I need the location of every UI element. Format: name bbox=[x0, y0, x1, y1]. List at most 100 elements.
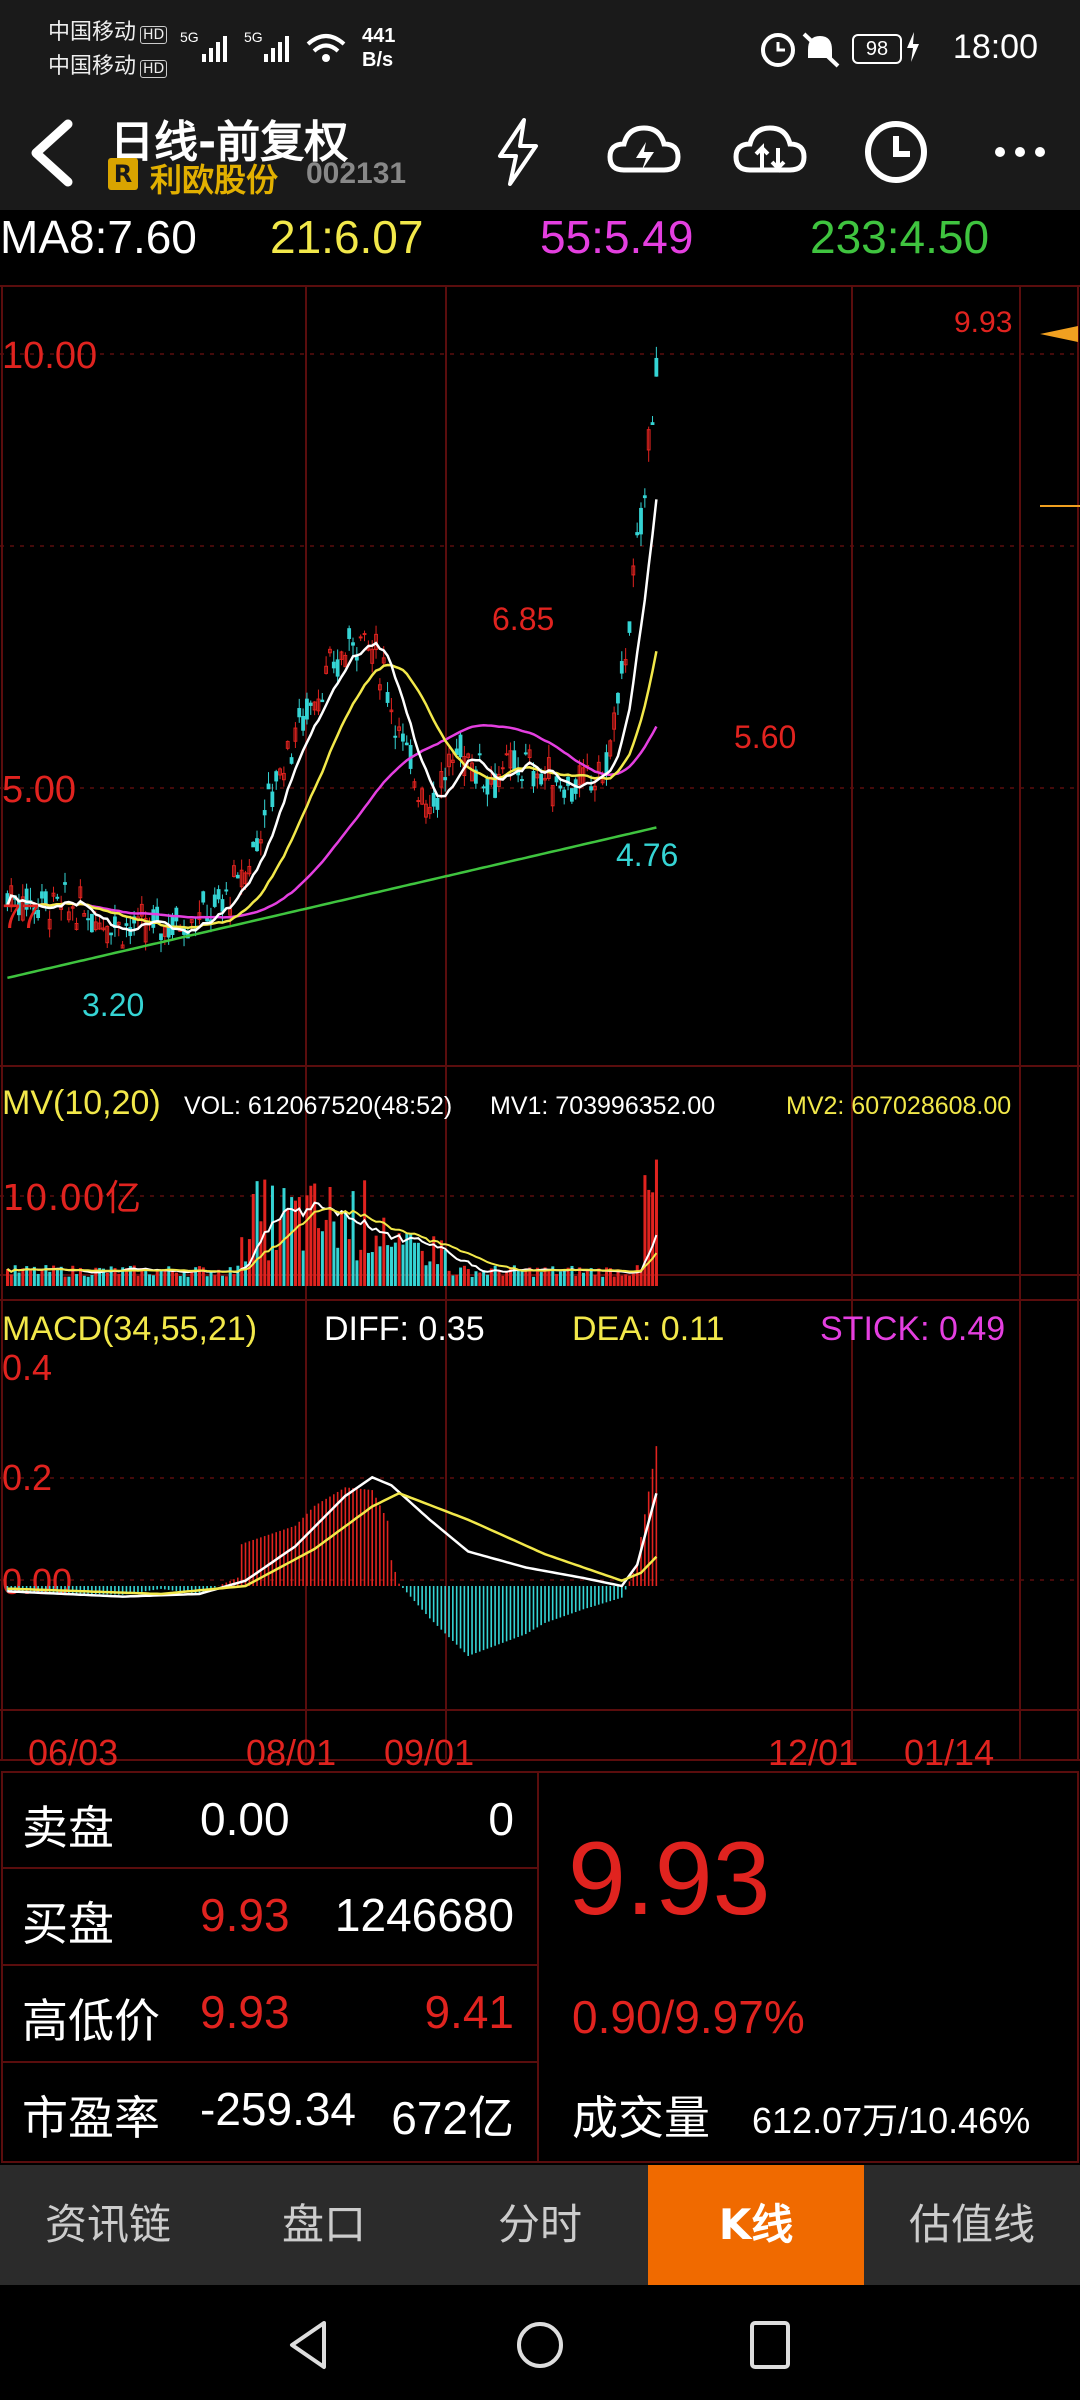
volume-bar bbox=[205, 1276, 209, 1286]
candle bbox=[174, 907, 179, 922]
volume-bar bbox=[451, 1275, 455, 1286]
candle bbox=[335, 659, 340, 677]
back-arrow-icon[interactable] bbox=[22, 118, 82, 188]
volume-bar bbox=[428, 1261, 432, 1286]
tab-valuation-line[interactable]: 估值线 bbox=[864, 2165, 1080, 2285]
carrier-2: 中国移动 HD bbox=[48, 48, 168, 80]
volume-bar bbox=[651, 1192, 655, 1286]
ma8-value: MA8:7.60 bbox=[0, 211, 197, 263]
volume-level: 10.00亿 bbox=[2, 1178, 141, 1219]
battery-icon: 98 bbox=[852, 34, 902, 64]
volume-bar bbox=[301, 1250, 305, 1286]
candle bbox=[589, 786, 593, 791]
volume-bar bbox=[532, 1276, 536, 1286]
candle bbox=[201, 891, 206, 903]
volume-bar bbox=[374, 1235, 378, 1286]
carrier-1: 中国移动 HD bbox=[48, 14, 168, 46]
candle bbox=[224, 889, 229, 892]
diff-value: DIFF: 0.35 bbox=[324, 1310, 485, 1348]
cloud-sync-icon[interactable] bbox=[730, 112, 810, 192]
alarm-mute-icons bbox=[761, 32, 840, 68]
volume-bar bbox=[174, 1272, 178, 1286]
volume-bar bbox=[136, 1275, 140, 1286]
quote-panel: 卖盘 0.00 0 买盘 9.93 1246680 高低价 9.93 9.41 … bbox=[0, 1770, 1080, 2165]
volume-bar bbox=[390, 1246, 393, 1286]
volume-bar bbox=[397, 1233, 401, 1286]
volume-bar bbox=[186, 1276, 190, 1286]
volume-bar bbox=[44, 1265, 48, 1286]
header: 日线-前复权 R 利欧股份 002131 bbox=[0, 100, 1080, 210]
nav-home-icon[interactable] bbox=[510, 2315, 570, 2375]
candle bbox=[458, 734, 463, 758]
volume-bar bbox=[317, 1228, 321, 1286]
low-label: 3.20 bbox=[82, 987, 144, 1023]
candle bbox=[635, 532, 640, 536]
volume-bar bbox=[286, 1209, 290, 1286]
mv1-value: MV1: 703996352.00 bbox=[490, 1092, 715, 1120]
volume-bar bbox=[240, 1237, 244, 1286]
volume-bar bbox=[6, 1268, 9, 1286]
tab-kline[interactable]: K线 bbox=[648, 2165, 864, 2285]
volume-bar bbox=[516, 1269, 520, 1286]
volume-summary: 612.07万/10.46% bbox=[752, 2100, 1031, 2141]
ma-legend: MA8:7.60 21:6.07 55:5.49 233:4.50 bbox=[0, 210, 1080, 270]
volume-bar bbox=[386, 1245, 390, 1286]
volume-bar bbox=[474, 1271, 478, 1286]
candle bbox=[654, 357, 659, 377]
date-label-5: 01/14 bbox=[904, 1732, 994, 1770]
candle bbox=[159, 933, 163, 941]
volume-bar bbox=[359, 1249, 363, 1286]
candle bbox=[539, 773, 544, 785]
candle bbox=[485, 778, 490, 795]
volume-bar bbox=[382, 1217, 386, 1286]
sell-volume: 0 bbox=[488, 1793, 514, 1845]
candlesticks bbox=[5, 346, 659, 953]
volume-bar bbox=[105, 1272, 109, 1286]
candle bbox=[89, 913, 94, 933]
volume-bar bbox=[9, 1274, 13, 1286]
candle bbox=[124, 923, 129, 926]
nav-recents-icon[interactable] bbox=[740, 2315, 800, 2375]
last-price: 9.93 bbox=[568, 1821, 771, 1937]
cloud-flash-icon[interactable] bbox=[604, 112, 684, 192]
volume-bar bbox=[29, 1270, 33, 1286]
moving-averages bbox=[6, 499, 658, 980]
volume-bar bbox=[236, 1265, 240, 1286]
peak-label: 6.85 bbox=[492, 601, 554, 637]
lightning-icon[interactable] bbox=[478, 112, 558, 192]
signal-icons: 5G 5G bbox=[180, 29, 346, 62]
volume-bar bbox=[409, 1233, 413, 1286]
volume-bar bbox=[270, 1185, 274, 1286]
volume-bar bbox=[340, 1211, 344, 1286]
volume-bar bbox=[163, 1270, 167, 1286]
candle bbox=[109, 932, 113, 936]
nav-back-icon[interactable] bbox=[280, 2315, 340, 2375]
candle bbox=[255, 838, 259, 852]
volume-bar bbox=[520, 1271, 524, 1286]
volume-bar bbox=[505, 1271, 509, 1286]
clock-history-icon[interactable] bbox=[856, 112, 936, 192]
chart-grid bbox=[0, 285, 1080, 1761]
volume-bar bbox=[209, 1271, 213, 1286]
tab-order-book[interactable]: 盘口 bbox=[216, 2165, 432, 2285]
stock-name: 利欧股份 bbox=[150, 161, 279, 199]
date-label-1: 06/03 bbox=[28, 1732, 118, 1770]
candle bbox=[297, 708, 302, 718]
kline-chart[interactable]: 10.00 5.00 77 9.93 6.85 5.60 4.76 3.20 M… bbox=[0, 270, 1080, 1770]
dea-value: DEA: 0.11 bbox=[572, 1310, 724, 1348]
bottom-tabs: 资讯链 盘口 分时 K线 估值线 bbox=[0, 2165, 1080, 2285]
volume-bar bbox=[151, 1275, 155, 1286]
candle bbox=[401, 733, 405, 742]
volume-bar bbox=[631, 1273, 635, 1286]
volume-bar bbox=[466, 1269, 470, 1286]
volume-bar bbox=[320, 1231, 324, 1286]
tab-intraday[interactable]: 分时 bbox=[432, 2165, 648, 2285]
tab-news-chain[interactable]: 资讯链 bbox=[0, 2165, 216, 2285]
volume-bar bbox=[624, 1274, 628, 1286]
macd-axis-zero: 0.00 bbox=[2, 1561, 72, 1602]
candle bbox=[40, 891, 44, 899]
local-peak-label: 5.60 bbox=[734, 719, 796, 755]
candle bbox=[642, 495, 647, 499]
stock-code: 002131 bbox=[306, 157, 407, 190]
more-icon[interactable] bbox=[980, 112, 1060, 192]
